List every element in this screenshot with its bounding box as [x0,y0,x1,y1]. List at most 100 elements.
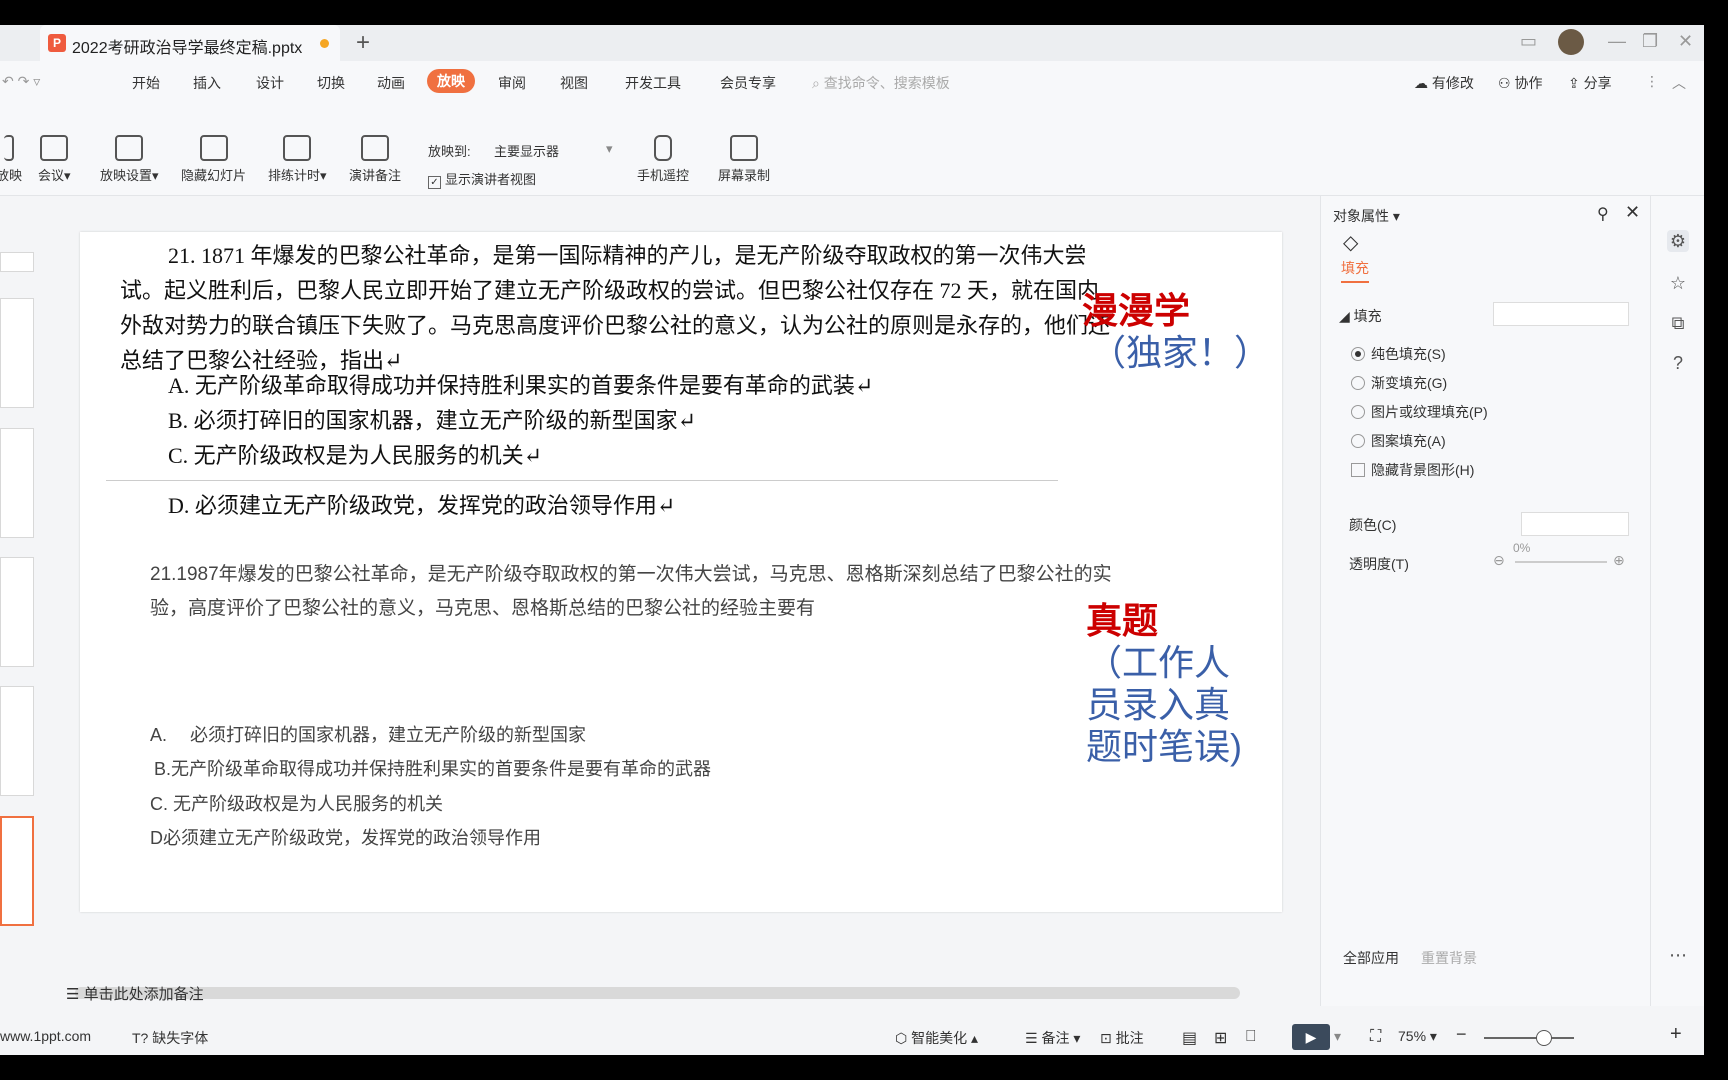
new-tab-button[interactable]: + [356,29,370,57]
show-to-select[interactable]: 主要显示器 ▾ [494,141,614,160]
meeting-label: 会议 [38,168,65,183]
notes-area[interactable]: ☰ 单击此处添加备注 [66,983,204,1004]
share-button[interactable]: ⇪ 分享 [1568,73,1612,93]
fill-section-header[interactable]: ◢ 填充 [1339,306,1382,326]
layout-icon[interactable]: ▭ [1520,31,1537,52]
comment-button[interactable]: ⊡ 批注 [1100,1028,1144,1048]
slide-thumbnail[interactable] [0,557,34,667]
slide-thumbnail[interactable] [0,428,34,538]
document-tab[interactable]: P 2022考研政治导学最终定稿.pptx [40,25,340,61]
radio-icon [1351,405,1365,419]
gradient-fill-label: 渐变填充(G) [1371,375,1448,391]
fill-section-label: 填充 [1353,308,1382,324]
menu-insert[interactable]: 插入 [193,73,221,93]
zoom-slider[interactable] [1484,1037,1574,1039]
panel-title[interactable]: 对象属性 ▾ [1333,206,1400,226]
menu-review[interactable]: 审阅 [498,73,526,93]
collaborate-button[interactable]: ⚇ 协作 [1498,73,1542,93]
play-button[interactable]: 放映 [0,135,22,184]
picture-fill-radio[interactable]: 图片或纹理填充(P) [1351,402,1488,422]
slide-thumbnail[interactable] [0,686,34,796]
menu-animation[interactable]: 动画 [377,73,405,93]
hide-slide-button[interactable]: 隐藏幻灯片 [181,135,246,184]
close-panel-icon[interactable]: ✕ [1625,202,1640,223]
screen-record-button[interactable]: 屏幕录制 [718,135,770,184]
right-sidebar: ⚙ ☆ ⧉ ? ⋯ [1650,196,1704,1006]
help-icon[interactable]: ? [1667,352,1689,374]
avatar[interactable] [1558,29,1584,55]
notes-toggle-button[interactable]: ☰ 备注 ▾ [1025,1028,1080,1048]
zoom-in-icon[interactable]: + [1670,1023,1682,1046]
restore-icon[interactable]: ❐ [1642,31,1658,52]
slide-thumbnail[interactable] [0,298,34,408]
pattern-fill-radio[interactable]: 图案填充(A) [1351,431,1446,451]
normal-view-icon[interactable]: ▤ [1182,1028,1197,1048]
speaker-notes-button[interactable]: 演讲备注 [349,135,401,184]
meeting-icon [40,135,69,161]
pin-icon[interactable]: ⚲ [1597,204,1609,224]
gradient-fill-radio[interactable]: 渐变填充(G) [1351,373,1447,393]
missing-font-button[interactable]: T? 缺失字体 [132,1028,208,1048]
more-options-icon[interactable]: ⋯ [1667,944,1689,966]
reset-background-button[interactable]: 重置背景 [1421,948,1477,968]
rehearse-timing-button[interactable]: 排练计时▾ [268,135,327,184]
color-dropdown[interactable] [1521,512,1629,536]
menu-slideshow[interactable]: 放映 [427,69,475,93]
menu-view[interactable]: 视图 [560,73,588,93]
slide-thumbnail[interactable] [0,252,34,272]
play-slideshow-icon[interactable]: ▶ [1292,1024,1330,1050]
hide-slide-icon [199,135,228,161]
slide-thumbnail-selected[interactable] [0,816,34,926]
notes-icon [361,135,389,161]
record-icon [730,135,758,161]
timer-icon [283,135,312,161]
grid-view-icon[interactable]: ⊞ [1214,1028,1227,1048]
label-exclusive: （独家！） [1090,332,1271,373]
more-icon[interactable]: ⋮ [1645,73,1659,90]
star-icon[interactable]: ☆ [1667,272,1689,294]
menu-member[interactable]: 会员专享 [720,73,776,93]
apply-all-button[interactable]: 全部应用 [1343,948,1399,968]
horizontal-scrollbar[interactable] [75,987,1240,999]
zoom-select[interactable]: 75% ▾ [1398,1028,1437,1045]
minimize-icon[interactable]: — [1608,31,1626,52]
q1-option-a: A. 无产阶级革命取得成功并保持胜利果实的首要条件是要有革命的武装↵ [168,373,874,398]
smart-beautify-button[interactable]: ⬡ 智能美化 ▴ [895,1028,978,1048]
presenter-view-checkbox[interactable]: ✓ 显示演讲者视图 [428,169,536,189]
plus-icon[interactable]: ⊕ [1613,552,1625,569]
command-search[interactable]: ⌕ 查找命令、搜索模板 [812,73,950,93]
wps-window: P 2022考研政治导学最终定稿.pptx + ▭ — ❐ ✕ ↶ ↷ ▿ 开始… [0,25,1704,1055]
collapse-ribbon-icon[interactable]: ︿ [1672,73,1686,93]
undo-icon[interactable]: ↶ ↷ ▿ [2,73,40,90]
cube-icon: ⬡ [895,1030,912,1046]
menu-start[interactable]: 开始 [132,73,160,93]
q2-option-c: C. 无产阶级政权是为人民服务的机关 [150,794,443,814]
zoom-slider-thumb[interactable] [1536,1030,1552,1046]
document-tab-name: 2022考研政治导学最终定稿.pptx [72,40,303,57]
transparency-slider[interactable] [1515,561,1607,563]
has-changes-button[interactable]: ☁ 有修改 [1414,73,1474,93]
menu-developer[interactable]: 开发工具 [625,73,681,93]
fill-dropdown[interactable] [1493,302,1629,326]
properties-icon[interactable]: ⚙ [1667,230,1689,252]
fit-window-icon[interactable]: ⛶ [1370,1028,1381,1046]
menu-design[interactable]: 设计 [256,73,284,93]
tab-fill[interactable]: 填充 [1341,258,1369,283]
settings-icon [115,135,144,161]
slide-canvas[interactable]: 21. 1871 年爆发的巴黎公社革命，是第一国际精神的产儿，是无产阶级夺取政权… [80,232,1282,912]
meeting-button[interactable]: 会议▾ [38,135,71,184]
minus-icon[interactable]: ⊖ [1493,552,1505,569]
radio-icon [1351,376,1365,390]
play-options-icon[interactable]: ▾ [1334,1028,1341,1045]
comment-icon: ⊡ [1100,1030,1116,1046]
hide-background-checkbox[interactable]: 隐藏背景图形(H) [1351,460,1474,480]
slideshow-settings-button[interactable]: 放映设置▾ [100,135,159,184]
phone-remote-button[interactable]: 手机遥控 [637,135,689,184]
share-label: 分享 [1583,75,1612,91]
zoom-out-icon[interactable]: − [1456,1024,1467,1045]
reading-view-icon[interactable]: ⎕ [1246,1028,1256,1046]
close-icon[interactable]: ✕ [1678,31,1693,52]
solid-fill-radio[interactable]: 纯色填充(S) [1351,344,1446,364]
transform-icon[interactable]: ⧉ [1667,312,1689,334]
menu-transition[interactable]: 切换 [317,73,345,93]
